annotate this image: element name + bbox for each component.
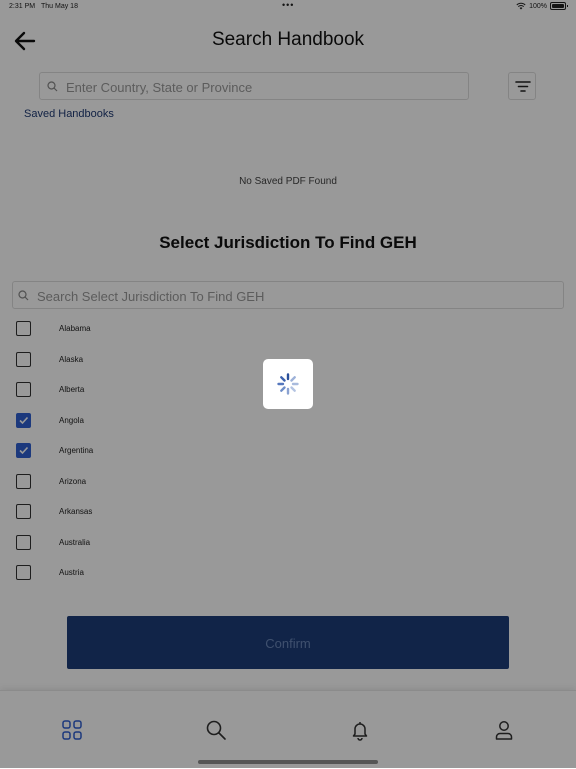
home-indicator[interactable] <box>198 760 378 764</box>
loading-popup <box>263 359 313 409</box>
spinner-icon <box>277 373 299 395</box>
